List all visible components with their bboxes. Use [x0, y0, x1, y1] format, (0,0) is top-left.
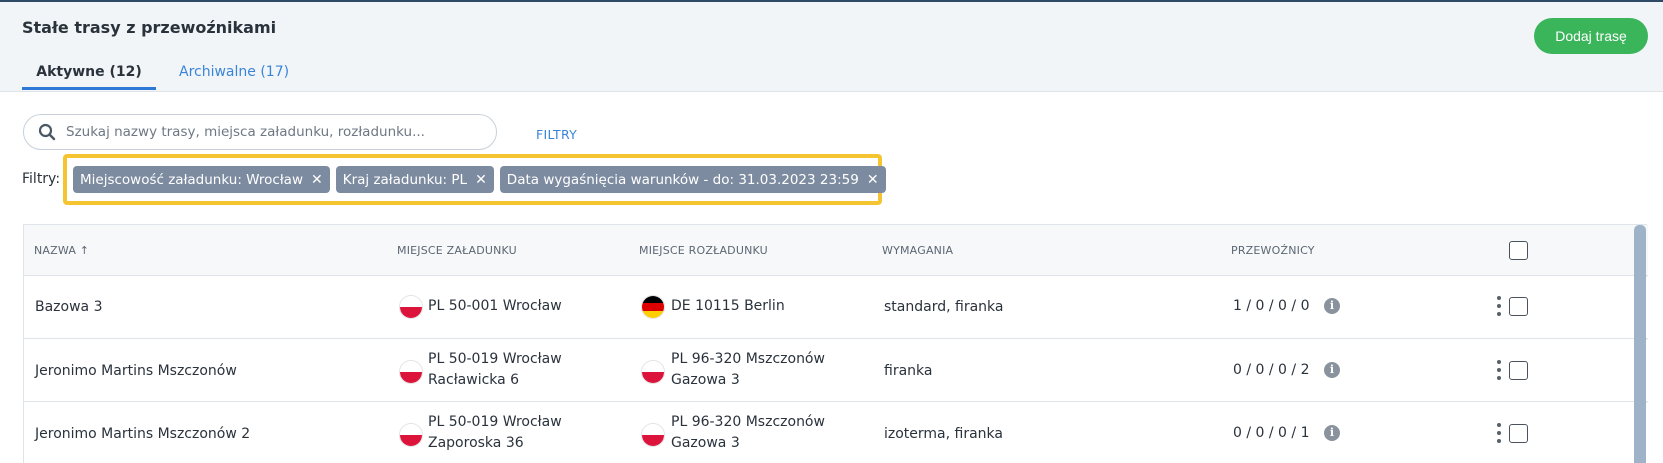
loading-place: PL 50-019 Wrocław Racławicka 6	[428, 349, 562, 391]
info-icon[interactable]: i	[1324, 298, 1340, 314]
info-icon[interactable]: i	[1324, 362, 1340, 378]
route-name: Jeronimo Martins Mszczonów 2	[35, 426, 251, 442]
flag-pl-icon	[641, 423, 665, 447]
unloading-city: PL 96-320 Mszczonów	[671, 351, 825, 367]
active-filters-box: Miejscowość załadunku: Wrocław ✕ Kraj za…	[63, 154, 886, 205]
tab-archived[interactable]: Archiwalne (17)	[179, 64, 289, 80]
filter-chip-label: Kraj załadunku: PL	[342, 171, 468, 188]
unloading-city: PL 96-320 Mszczonów	[671, 414, 825, 430]
search-icon	[38, 123, 56, 141]
flag-pl-icon	[399, 423, 423, 447]
column-header-unloading: MIEJSCE ROZŁADUNKU	[639, 244, 768, 257]
column-header-requirements: WYMAGANIA	[882, 244, 954, 257]
route-name: Bazowa 3	[35, 299, 103, 315]
requirements: firanka	[884, 363, 933, 379]
flag-pl-icon	[641, 360, 665, 384]
close-icon[interactable]: ✕	[867, 172, 879, 188]
requirements: standard, firanka	[884, 299, 1004, 315]
search-box[interactable]	[23, 114, 497, 150]
column-header-carriers: PRZEWOŹNICY	[1231, 244, 1315, 257]
info-icon[interactable]: i	[1324, 425, 1340, 441]
unloading-place: DE 10115 Berlin	[671, 298, 785, 314]
column-header-name[interactable]: NAZWA ↑	[34, 244, 89, 257]
carriers-count: 0 / 0 / 0 / 1	[1233, 425, 1310, 441]
row-checkbox[interactable]	[1509, 424, 1528, 443]
unloading-street: Gazowa 3	[671, 372, 740, 388]
tab-active[interactable]: Aktywne (12)	[22, 64, 156, 90]
filter-chip-loading-country: Kraj załadunku: PL ✕	[335, 166, 494, 193]
vertical-scrollbar[interactable]	[1634, 225, 1646, 463]
filter-chip-expiry-date: Data wygaśnięcia warunków - do: 31.03.20…	[499, 166, 886, 193]
flag-de-icon	[641, 295, 665, 319]
table-row[interactable]: Bazowa 3 PL 50-001 Wrocław DE 10115 Berl…	[24, 277, 1648, 339]
filter-chip-label: Miejscowość załadunku: Wrocław	[80, 171, 303, 188]
page-header: Stałe trasy z przewoźnikami Dodaj trasę …	[0, 0, 1663, 92]
filters-label: Filtry:	[22, 171, 61, 187]
filters-link[interactable]: FILTRY	[536, 127, 577, 142]
loading-place: PL 50-019 Wrocław Zaporoska 36	[428, 412, 562, 454]
carriers-count: 0 / 0 / 0 / 2	[1233, 362, 1310, 378]
row-checkbox[interactable]	[1509, 297, 1528, 316]
loading-street: Racławicka 6	[428, 372, 520, 388]
loading-city: PL 50-019 Wrocław	[428, 414, 562, 430]
table-row[interactable]: Jeronimo Martins Mszczonów PL 50-019 Wro…	[24, 340, 1648, 402]
table-row[interactable]: Jeronimo Martins Mszczonów 2 PL 50-019 W…	[24, 403, 1648, 463]
flag-pl-icon	[399, 295, 423, 319]
close-icon[interactable]: ✕	[311, 172, 323, 188]
more-options-icon[interactable]	[1496, 360, 1502, 380]
loading-street: Zaporoska 36	[428, 435, 524, 451]
loading-city: PL 50-019 Wrocław	[428, 351, 562, 367]
carriers-count: 1 / 0 / 0 / 0	[1233, 298, 1310, 314]
filter-chip-label: Data wygaśnięcia warunków - do: 31.03.20…	[506, 171, 859, 188]
route-name: Jeronimo Martins Mszczonów	[35, 363, 237, 379]
row-checkbox[interactable]	[1509, 361, 1528, 380]
select-all-checkbox[interactable]	[1509, 241, 1528, 260]
close-icon[interactable]: ✕	[475, 172, 487, 188]
unloading-place: PL 96-320 Mszczonów Gazowa 3	[671, 412, 825, 454]
column-header-loading: MIEJSCE ZAŁADUNKU	[397, 244, 517, 257]
table-header: NAZWA ↑ MIEJSCE ZAŁADUNKU MIEJSCE ROZŁAD…	[24, 225, 1648, 276]
search-input[interactable]	[66, 124, 486, 140]
filter-chip-loading-city: Miejscowość załadunku: Wrocław ✕	[73, 166, 330, 193]
routes-table: NAZWA ↑ MIEJSCE ZAŁADUNKU MIEJSCE ROZŁAD…	[23, 224, 1648, 463]
unloading-place: PL 96-320 Mszczonów Gazowa 3	[671, 349, 825, 391]
add-route-button[interactable]: Dodaj trasę	[1534, 18, 1648, 54]
unloading-street: Gazowa 3	[671, 435, 740, 451]
more-options-icon[interactable]	[1496, 296, 1502, 316]
flag-pl-icon	[399, 360, 423, 384]
more-options-icon[interactable]	[1496, 423, 1502, 443]
requirements: izoterma, firanka	[884, 426, 1003, 442]
loading-place: PL 50-001 Wrocław	[428, 298, 562, 314]
page-title: Stałe trasy z przewoźnikami	[22, 18, 277, 37]
